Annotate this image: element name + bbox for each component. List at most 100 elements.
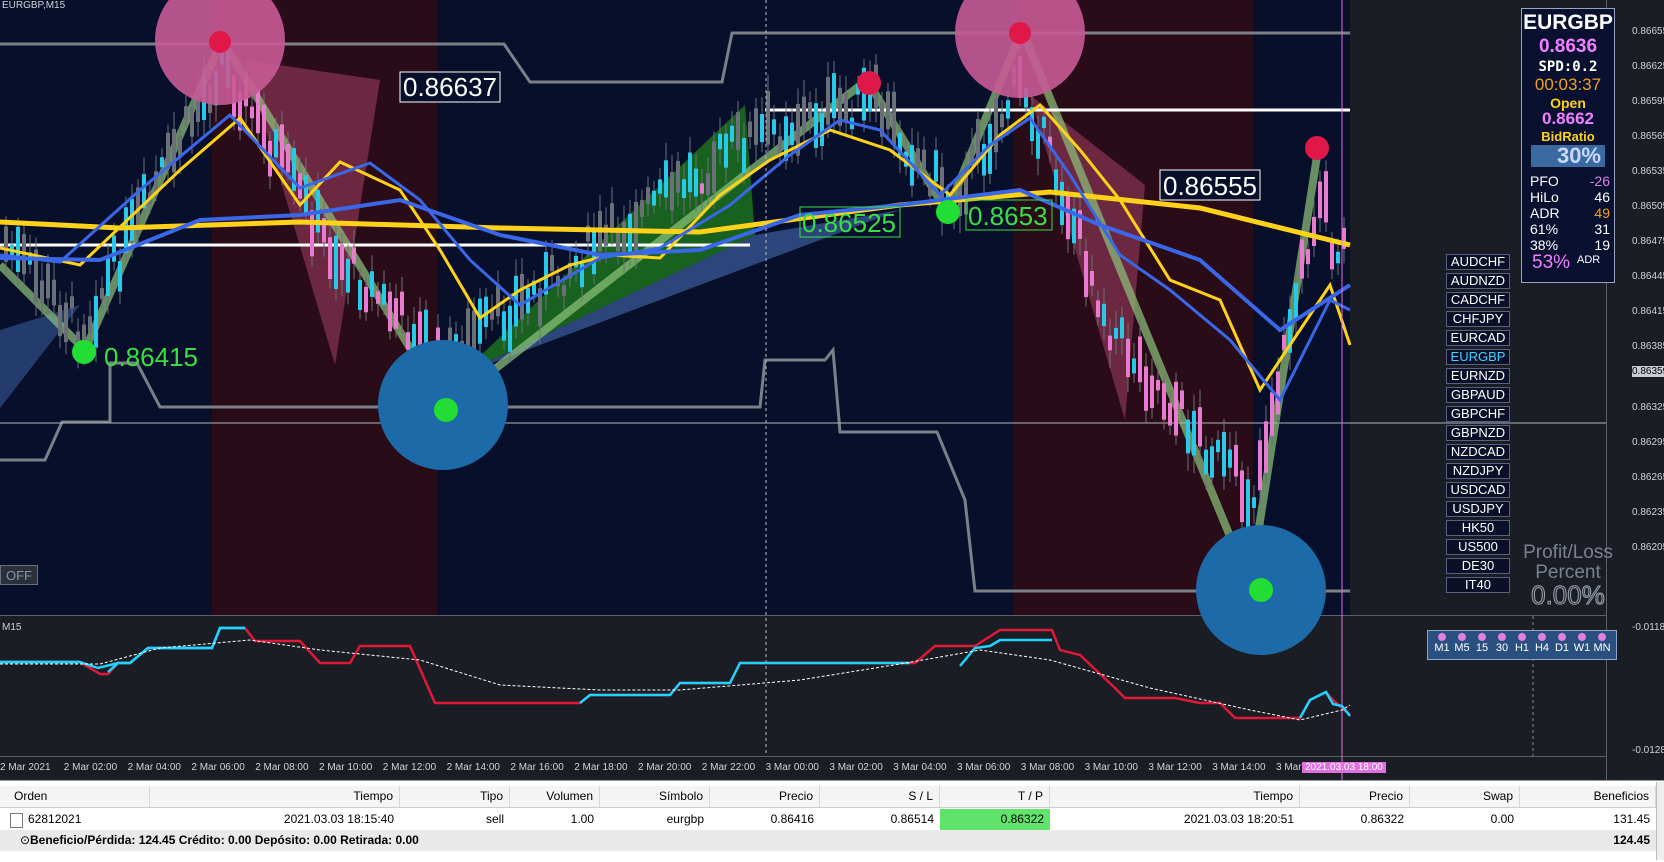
symbol-button-us500[interactable]: US500	[1446, 539, 1510, 555]
column-header[interactable]: Tipo	[400, 786, 510, 807]
symbol-button-eurcad[interactable]: EURCAD	[1446, 330, 1510, 346]
candle	[1228, 449, 1232, 468]
column-header[interactable]: S / L	[820, 786, 940, 807]
column-header[interactable]: Precio	[710, 786, 820, 807]
swing-high-dot	[1305, 136, 1329, 160]
column-header[interactable]: Precio	[1300, 786, 1410, 807]
panel-stat-label: ADR	[1530, 205, 1560, 221]
symbol-button-cadchf[interactable]: CADCHF	[1446, 292, 1510, 308]
price-axis-label: 0.86359	[1632, 366, 1664, 377]
symbol-button-gbpchf[interactable]: GBPCHF	[1446, 406, 1510, 422]
symbol-button-usdcad[interactable]: USDCAD	[1446, 482, 1510, 498]
candle	[40, 280, 44, 304]
candle	[760, 114, 764, 143]
column-header[interactable]: Orden	[0, 786, 150, 807]
candle	[742, 137, 746, 173]
candle	[652, 190, 656, 206]
timeframe-30[interactable]: 30	[1492, 633, 1512, 654]
candle	[334, 235, 338, 289]
terminal-header: Orden Tiempo Tipo Volumen Símbolo Precio S / L…	[0, 786, 1664, 808]
price-axis-label: 0.86385	[1632, 341, 1664, 352]
symbol-button-eurgbp[interactable]: EURGBP	[1446, 349, 1510, 365]
candle	[118, 261, 122, 292]
candle	[112, 235, 116, 262]
candle	[1318, 181, 1322, 219]
price-axis-label: 0.86235	[1632, 507, 1664, 518]
timeframe-h1[interactable]: H1	[1512, 633, 1532, 654]
timeframe-dot	[1458, 633, 1466, 641]
panel-stat-label: 38%	[1530, 237, 1559, 253]
symbol-button-it40[interactable]: IT40	[1446, 577, 1510, 593]
column-header[interactable]: Tiempo	[150, 786, 400, 807]
column-header[interactable]: Volumen	[510, 786, 600, 807]
column-header[interactable]: Símbolo	[600, 786, 710, 807]
timeframe-m5[interactable]: M5	[1452, 633, 1472, 654]
timeframe-d1[interactable]: D1	[1552, 633, 1572, 654]
timeframe-h4[interactable]: H4	[1532, 633, 1552, 654]
price-axis-label: 0.86565	[1632, 131, 1664, 142]
timeframe-dot	[1598, 633, 1606, 641]
timeframe-mn[interactable]: MN	[1592, 633, 1612, 654]
price-chart[interactable]: 0.86637 0.86415 0.86525 0.8653 0.86555	[0, 0, 1664, 861]
candle	[1138, 336, 1142, 383]
candle	[778, 136, 782, 154]
symbol-button-usdjpy[interactable]: USDJPY	[1446, 501, 1510, 517]
candle	[1066, 195, 1070, 240]
candle	[670, 172, 674, 211]
symbol-button-audchf[interactable]: AUDCHF	[1446, 254, 1510, 270]
label-upper-left: 0.86637	[403, 72, 497, 102]
symbol-button-eurnzd[interactable]: EURNZD	[1446, 368, 1510, 384]
panel-adr-pct: 53%	[1532, 252, 1571, 273]
time-axis-label: 3 Mar 02:00	[829, 762, 883, 773]
column-header[interactable]: T / P	[940, 786, 1050, 807]
candle	[1096, 300, 1100, 318]
swing-low-dot	[72, 340, 96, 364]
candle	[388, 291, 392, 332]
symbol-button-nzdjpy[interactable]: NZDJPY	[1446, 463, 1510, 479]
candle	[520, 273, 524, 320]
column-header[interactable]: Tiempo	[1050, 786, 1300, 807]
symbol-button-audnzd[interactable]: AUDNZD	[1446, 273, 1510, 289]
table-row[interactable]: 62812021 2021.03.03 18:15:40 sell 1.00 eurgb…	[0, 809, 1664, 830]
symbol-button-gbpaud[interactable]: GBPAUD	[1446, 387, 1510, 403]
price-axis-label: 0.86625	[1632, 61, 1664, 72]
symbol-button-chfjpy[interactable]: CHFJPY	[1446, 311, 1510, 327]
candle	[286, 144, 290, 173]
timeframe-bar: M1 M5 15 30 H1 H4 D1 W1 MN	[1427, 630, 1617, 660]
candle	[1324, 171, 1328, 223]
candle	[418, 311, 422, 350]
column-header[interactable]: Beneficios	[1520, 786, 1656, 807]
off-button[interactable]: OFF	[0, 565, 38, 585]
symbol-button-gbpnzd[interactable]: GBPNZD	[1446, 425, 1510, 441]
symbol-button-hk50[interactable]: HK50	[1446, 520, 1510, 536]
candle	[820, 113, 824, 147]
symbol-button-de30[interactable]: DE30	[1446, 558, 1510, 574]
candle	[1108, 335, 1112, 351]
candle	[754, 108, 758, 145]
candle	[772, 119, 776, 135]
candle	[1102, 303, 1106, 327]
candle	[550, 255, 554, 272]
panel-stat-row: ADR 49	[1530, 205, 1610, 221]
table-cell: 131.45	[1613, 812, 1650, 826]
timeframe-w1[interactable]: W1	[1572, 633, 1592, 654]
timeframe-label: 15	[1475, 642, 1489, 654]
candle	[1192, 410, 1196, 456]
candle	[1120, 317, 1124, 339]
panel-adr-tag: ADR	[1577, 254, 1601, 266]
candle	[814, 103, 818, 148]
timeframe-15[interactable]: 15	[1472, 633, 1492, 654]
timeframe-m1[interactable]: M1	[1432, 633, 1452, 654]
column-header[interactable]: Swap	[1410, 786, 1520, 807]
table-cell: 0.00	[1490, 812, 1514, 826]
timeframe-label: M5	[1454, 642, 1470, 654]
candle	[1258, 440, 1262, 491]
swing-high-dot	[857, 71, 881, 95]
symbol-button-nzdcad[interactable]: NZDCAD	[1446, 444, 1510, 460]
candle	[748, 121, 752, 138]
time-axis-label: 3 Mar 08:00	[1020, 762, 1075, 773]
terminal-scrollbar[interactable]	[1656, 782, 1664, 860]
label-mid-right: 0.8653	[968, 201, 1048, 231]
candle	[640, 200, 644, 217]
candle	[688, 152, 692, 193]
